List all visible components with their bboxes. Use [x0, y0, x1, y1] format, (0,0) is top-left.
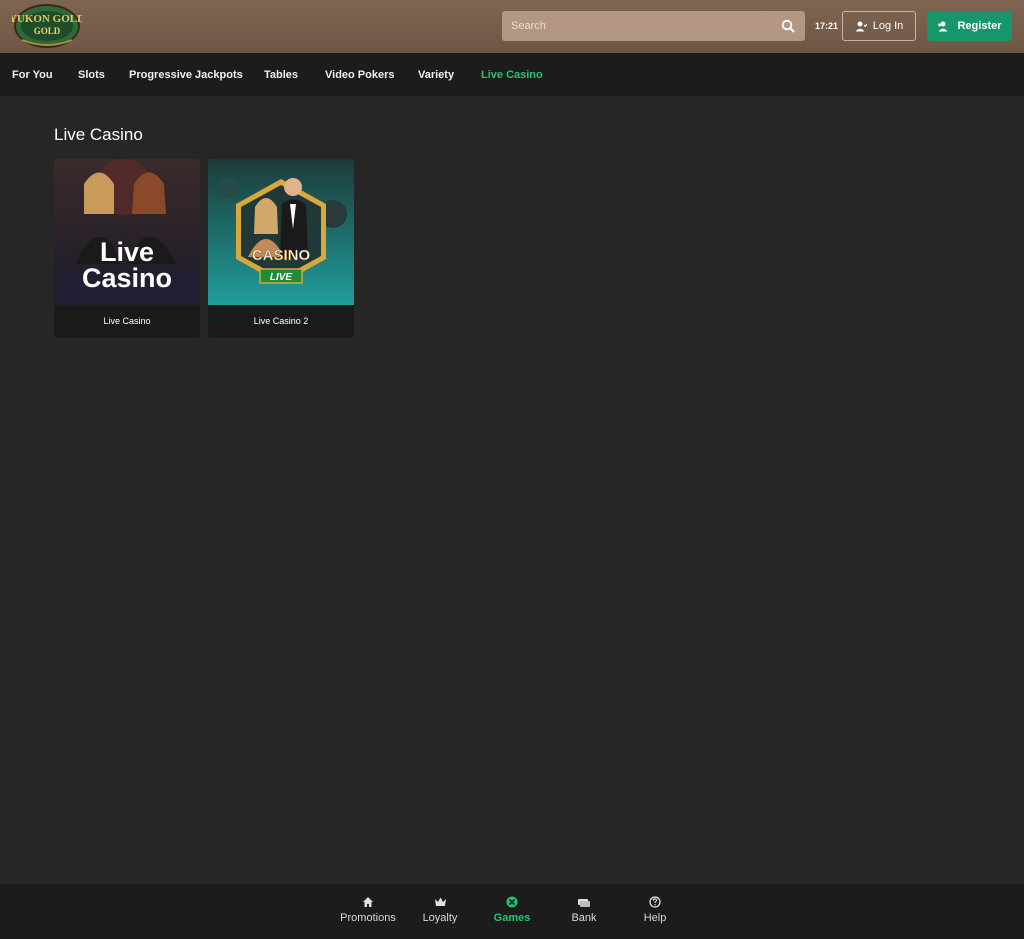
bottom-navigation: Promotions Loyalty Games Bank Help: [0, 884, 1024, 939]
yukon-gold-logo[interactable]: YUKON GOLD GOLD: [12, 2, 82, 50]
svg-text:YUKON GOLD: YUKON GOLD: [12, 13, 82, 25]
register-button[interactable]: Register: [927, 11, 1012, 41]
add-user-icon: [938, 21, 948, 31]
game-card-label: Live Casino 2: [253, 316, 309, 326]
bottom-nav-label: Games: [493, 912, 531, 924]
bottom-nav-games[interactable]: Games: [477, 896, 547, 924]
top-header: YUKON GOLD GOLD Search 17:21 Log In Regi…: [0, 0, 1024, 53]
nav-item-video-pokers[interactable]: Video Pokers: [325, 69, 395, 81]
svg-text:CASINO: CASINO: [252, 247, 311, 264]
clock-time: 17:21: [815, 21, 839, 31]
register-label: Register: [957, 20, 1002, 32]
game-thumbnail-live-casino: Live Casino: [54, 159, 200, 305]
category-nav: For You Slots Progressive Jackpots Table…: [0, 53, 1024, 96]
bottom-nav-label: Help: [643, 912, 667, 924]
nav-item-variety[interactable]: Variety: [418, 69, 454, 81]
page-title: Live Casino: [54, 125, 143, 144]
user-icon: [855, 21, 867, 31]
bottom-nav-promotions[interactable]: Promotions: [333, 896, 403, 924]
nav-item-for-you[interactable]: For You: [12, 69, 53, 81]
game-thumbnail-live-casino-2: CASINO LIVE: [208, 159, 354, 305]
game-card-label: Live Casino: [103, 316, 151, 326]
crown-icon: [434, 897, 446, 906]
bottom-nav-label: Loyalty: [422, 912, 458, 924]
svg-text:Casino: Casino: [82, 263, 172, 293]
nav-item-progressive-jackpots[interactable]: Progressive Jackpots: [129, 69, 243, 81]
search-icon[interactable]: [781, 19, 795, 33]
game-card-live-casino-2[interactable]: CASINO LIVE Live Casino 2: [208, 159, 354, 338]
bank-icon: [578, 899, 590, 907]
bottom-nav-loyalty[interactable]: Loyalty: [405, 896, 475, 924]
bottom-nav-label: Bank: [571, 912, 597, 924]
search-input[interactable]: Search: [502, 11, 805, 41]
svg-text:LIVE: LIVE: [270, 272, 293, 283]
games-icon: [506, 896, 518, 908]
nav-item-live-casino[interactable]: Live Casino: [481, 69, 543, 81]
login-label: Log In: [872, 20, 904, 32]
nav-item-tables[interactable]: Tables: [264, 69, 298, 81]
svg-text:GOLD: GOLD: [34, 26, 61, 36]
login-button[interactable]: Log In: [842, 11, 916, 41]
bottom-nav-label: Promotions: [340, 912, 396, 924]
bottom-nav-bank[interactable]: Bank: [549, 896, 619, 924]
home-icon: [363, 897, 373, 907]
game-card-live-casino[interactable]: Live Casino Live Casino: [54, 159, 200, 338]
help-icon: [649, 896, 661, 908]
search-placeholder: Search: [511, 20, 546, 32]
nav-item-slots[interactable]: Slots: [78, 69, 105, 81]
bottom-nav-help[interactable]: Help: [620, 896, 690, 924]
